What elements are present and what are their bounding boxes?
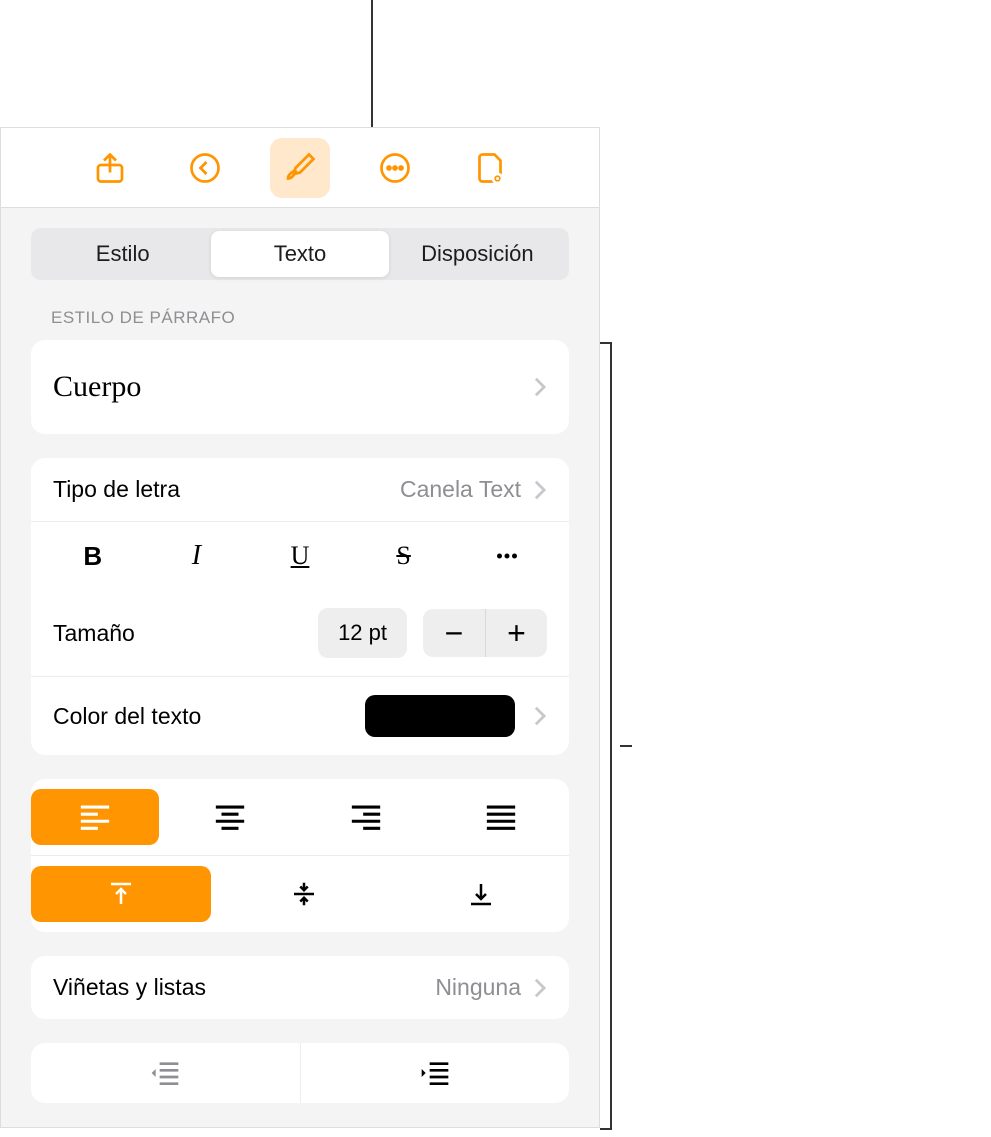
align-justify-icon <box>484 802 518 832</box>
undo-icon <box>187 150 223 186</box>
size-increase-button[interactable]: + <box>485 609 547 657</box>
ellipsis-icon <box>492 541 522 571</box>
main-toolbar <box>1 128 599 208</box>
format-paintbrush-button[interactable] <box>270 138 330 198</box>
share-icon <box>92 150 128 186</box>
align-left-icon <box>78 802 112 832</box>
align-center-button[interactable] <box>167 789 295 845</box>
valign-top-button[interactable] <box>31 866 211 922</box>
document-eye-icon <box>472 150 508 186</box>
inspector-tabs: Estilo Texto Disposición <box>31 228 569 280</box>
text-color-row[interactable]: Color del texto <box>31 676 569 755</box>
valign-middle-icon <box>289 879 319 909</box>
valign-middle-button[interactable] <box>219 866 388 922</box>
tab-text[interactable]: Texto <box>211 231 388 277</box>
font-label: Tipo de letra <box>53 476 180 503</box>
share-button[interactable] <box>80 138 140 198</box>
align-justify-button[interactable] <box>438 789 566 845</box>
increase-indent-icon <box>419 1059 451 1087</box>
callout-bracket-bottom-tick <box>600 1128 612 1130</box>
underline-button[interactable]: U <box>248 536 352 576</box>
paragraph-style-header: ESTILO DE PÁRRAFO <box>51 308 549 328</box>
paintbrush-icon <box>282 150 318 186</box>
text-style-buttons-row: B I U S <box>31 521 569 590</box>
align-right-icon <box>349 802 383 832</box>
bullets-label: Viñetas y listas <box>53 974 206 1001</box>
vertical-alignment-row <box>31 855 569 932</box>
decrease-indent-icon <box>149 1059 181 1087</box>
paragraph-style-card: Cuerpo <box>31 340 569 434</box>
valign-bottom-button[interactable] <box>396 866 565 922</box>
align-left-button[interactable] <box>31 789 159 845</box>
format-inspector-panel: Estilo Texto Disposición ESTILO DE PÁRRA… <box>0 127 600 1128</box>
tab-layout[interactable]: Disposición <box>389 231 566 277</box>
callout-bracket-top-tick <box>600 342 612 344</box>
size-stepper: − + <box>423 609 547 657</box>
italic-button[interactable]: I <box>145 536 249 576</box>
valign-top-icon <box>106 879 136 909</box>
chevron-right-icon <box>533 705 547 727</box>
font-card: Tipo de letra Canela Text B I U S Tamaño… <box>31 458 569 755</box>
increase-indent-button[interactable] <box>300 1043 570 1103</box>
more-text-options-button[interactable] <box>455 536 559 576</box>
font-row[interactable]: Tipo de letra Canela Text <box>31 458 569 521</box>
size-label: Tamaño <box>53 620 135 647</box>
text-color-label: Color del texto <box>53 703 201 730</box>
callout-line-horizontal <box>620 745 632 747</box>
strikethrough-button[interactable]: S <box>352 536 456 576</box>
callout-line-vertical <box>371 0 373 130</box>
size-row: Tamaño 12 pt − + <box>31 590 569 676</box>
bullets-card: Viñetas y listas Ninguna <box>31 956 569 1019</box>
indent-card <box>31 1043 569 1103</box>
horizontal-alignment-row <box>31 779 569 855</box>
paragraph-style-row[interactable]: Cuerpo <box>31 340 569 434</box>
paragraph-style-value: Cuerpo <box>53 370 141 404</box>
valign-bottom-icon <box>466 879 496 909</box>
decrease-indent-button[interactable] <box>31 1043 300 1103</box>
indent-row <box>31 1043 569 1103</box>
chevron-right-icon <box>533 479 547 501</box>
alignment-card <box>31 779 569 932</box>
document-settings-button[interactable] <box>460 138 520 198</box>
tab-style[interactable]: Estilo <box>34 231 211 277</box>
chevron-right-icon <box>533 376 547 398</box>
undo-button[interactable] <box>175 138 235 198</box>
bullets-value: Ninguna <box>435 974 521 1001</box>
size-value-field[interactable]: 12 pt <box>318 608 407 658</box>
callout-bracket-vertical <box>610 342 612 1130</box>
bullets-lists-row[interactable]: Viñetas y listas Ninguna <box>31 956 569 1019</box>
size-decrease-button[interactable]: − <box>423 609 485 657</box>
text-color-swatch[interactable] <box>365 695 515 737</box>
align-center-icon <box>213 802 247 832</box>
more-circle-icon <box>377 150 413 186</box>
more-button[interactable] <box>365 138 425 198</box>
align-right-button[interactable] <box>302 789 430 845</box>
bold-button[interactable]: B <box>41 536 145 576</box>
chevron-right-icon <box>533 977 547 999</box>
font-value: Canela Text <box>400 476 521 503</box>
